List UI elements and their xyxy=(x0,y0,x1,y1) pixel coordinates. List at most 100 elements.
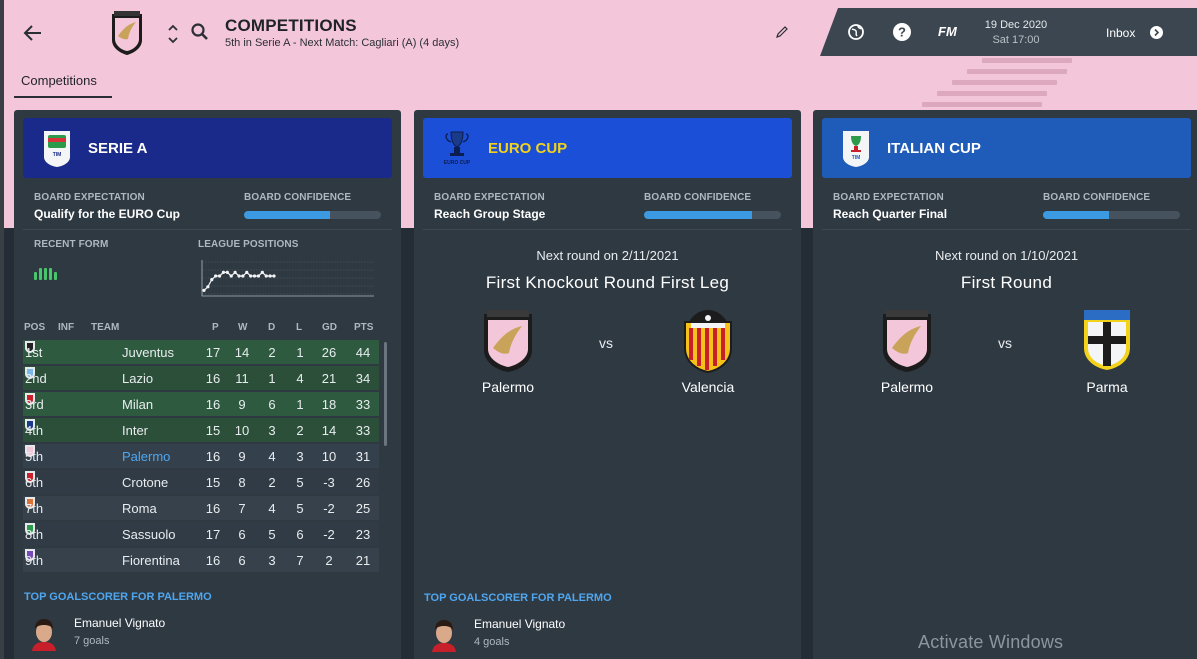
inbox-button[interactable]: Inbox xyxy=(1106,26,1135,40)
table-scrollbar[interactable] xyxy=(384,342,387,446)
row-team[interactable]: Fiorentina xyxy=(122,553,180,568)
player-avatar[interactable] xyxy=(428,616,460,652)
home-team-name[interactable]: Palermo xyxy=(847,379,967,395)
board-expectation-label: BOARD EXPECTATION xyxy=(34,192,145,203)
row-position: 4th xyxy=(25,423,44,438)
row-w: 9 xyxy=(238,449,246,464)
row-team[interactable]: Inter xyxy=(122,423,148,438)
top-goalscorer-name[interactable]: Emanuel Vignato xyxy=(474,617,565,631)
palermo-crest-icon[interactable] xyxy=(481,308,535,374)
table-row[interactable]: 6th Crotone 15 8 2 5 -3 26 xyxy=(23,470,379,494)
away-team-name[interactable]: Parma xyxy=(1047,379,1167,395)
col-w[interactable]: W xyxy=(238,322,247,333)
table-row[interactable]: 1st Juventus 17 14 2 1 26 44 xyxy=(23,340,379,364)
edit-pencil-icon[interactable] xyxy=(775,25,789,39)
row-team[interactable]: Roma xyxy=(122,501,157,516)
position-point xyxy=(260,270,264,274)
up-down-chevron-icon[interactable] xyxy=(165,20,181,48)
table-row[interactable]: 7th Roma 16 7 4 5 -2 25 xyxy=(23,496,379,520)
board-confidence-bar xyxy=(644,211,781,219)
palermo-crest-icon[interactable] xyxy=(880,308,934,374)
vs-label: vs xyxy=(599,335,613,351)
row-gd: 18 xyxy=(321,397,337,412)
table-row[interactable]: 4th Inter 15 10 3 2 14 33 xyxy=(23,418,379,442)
inbox-arrow-icon[interactable] xyxy=(1150,26,1163,39)
col-gd[interactable]: GD xyxy=(322,322,337,333)
row-team[interactable]: Crotone xyxy=(122,475,168,490)
row-team[interactable]: Juventus xyxy=(122,345,174,360)
row-pts: 44 xyxy=(355,345,371,360)
fm-logo[interactable]: FM xyxy=(938,24,957,39)
col-l[interactable]: L xyxy=(296,322,302,333)
col-inf[interactable]: INF xyxy=(58,322,74,333)
row-l: 1 xyxy=(296,345,304,360)
col-d[interactable]: D xyxy=(268,322,275,333)
row-position: 2nd xyxy=(25,371,47,386)
svg-text:EURO CUP: EURO CUP xyxy=(444,160,471,166)
league-positions-label: LEAGUE POSITIONS xyxy=(198,239,299,250)
row-pts: 33 xyxy=(355,423,371,438)
col-p[interactable]: P xyxy=(212,322,219,333)
top-goalscorer-label[interactable]: TOP GOALSCORER FOR PALERMO xyxy=(24,591,212,603)
home-team-name[interactable]: Palermo xyxy=(448,379,568,395)
row-p: 16 xyxy=(205,371,221,386)
back-arrow-icon[interactable] xyxy=(22,22,44,44)
table-row[interactable]: 5th Palermo 16 9 4 3 10 31 xyxy=(23,444,379,468)
svg-text:TIM: TIM xyxy=(852,155,861,161)
row-gd: -2 xyxy=(323,501,335,516)
board-confidence-label: BOARD CONFIDENCE xyxy=(244,192,352,203)
tab-competitions[interactable]: Competitions xyxy=(14,64,112,98)
row-w: 14 xyxy=(234,345,250,360)
row-pts: 25 xyxy=(355,501,371,516)
row-p: 16 xyxy=(205,397,221,412)
player-avatar[interactable] xyxy=(28,615,60,651)
position-point xyxy=(256,274,261,278)
board-expectation-label: BOARD EXPECTATION xyxy=(833,192,944,203)
row-position: 5th xyxy=(25,449,44,464)
board-expectation-label: BOARD EXPECTATION xyxy=(434,192,545,203)
row-team[interactable]: Milan xyxy=(122,397,153,412)
row-d: 2 xyxy=(268,345,276,360)
italian-cup-banner[interactable]: TIM ITALIAN CUP xyxy=(822,118,1191,178)
board-expectation-value: Qualify for the EURO Cup xyxy=(34,207,181,221)
row-position: 1st xyxy=(25,345,43,360)
row-team[interactable]: Lazio xyxy=(122,371,153,386)
board-expectation-value: Reach Quarter Final xyxy=(833,207,948,221)
top-goalscorer-name[interactable]: Emanuel Vignato xyxy=(74,616,165,630)
help-icon[interactable]: ? xyxy=(892,22,912,42)
position-point xyxy=(221,270,226,274)
row-p: 17 xyxy=(205,527,221,542)
table-row[interactable]: 2nd Lazio 16 11 1 4 21 34 xyxy=(23,366,379,390)
row-w: 6 xyxy=(238,527,246,542)
parma-crest-icon[interactable] xyxy=(1080,308,1134,374)
row-team[interactable]: Sassuolo xyxy=(122,527,175,542)
top-goalscorer-label[interactable]: TOP GOALSCORER FOR PALERMO xyxy=(424,592,612,604)
row-w: 9 xyxy=(238,397,246,412)
row-team[interactable]: Palermo xyxy=(122,449,170,464)
valencia-crest-icon[interactable] xyxy=(681,308,735,374)
board-confidence-bar xyxy=(244,211,381,219)
table-row[interactable]: 8th Sassuolo 17 6 5 6 -2 23 xyxy=(23,522,379,546)
search-icon[interactable] xyxy=(190,22,210,42)
position-point xyxy=(225,270,229,274)
row-l: 3 xyxy=(296,449,304,464)
row-l: 5 xyxy=(296,475,304,490)
col-pos[interactable]: POS xyxy=(24,322,45,333)
euro-cup-banner[interactable]: EURO CUP EURO CUP xyxy=(423,118,792,178)
col-pts[interactable]: PTS xyxy=(354,322,373,333)
table-row[interactable]: 9th Fiorentina 16 6 3 7 2 21 xyxy=(23,548,379,572)
row-l: 7 xyxy=(296,553,304,568)
row-p: 16 xyxy=(205,553,221,568)
board-confidence-fill xyxy=(644,211,753,219)
col-team[interactable]: TEAM xyxy=(91,322,119,333)
globe-icon[interactable] xyxy=(846,22,866,42)
row-l: 2 xyxy=(296,423,304,438)
table-row[interactable]: 3rd Milan 16 9 6 1 18 33 xyxy=(23,392,379,416)
top-right-bar: ? FM 19 Dec 2020 Sat 17:00 Inbox xyxy=(820,8,1197,56)
serie-a-banner[interactable]: TIM SERIE A xyxy=(23,118,392,178)
next-round-date: Next round on 2/11/2021 xyxy=(536,248,679,263)
away-team-name[interactable]: Valencia xyxy=(648,379,768,395)
page-title: COMPETITIONS xyxy=(225,16,357,35)
row-w: 7 xyxy=(238,501,246,516)
round-name: First Knockout Round First Leg xyxy=(485,273,730,292)
